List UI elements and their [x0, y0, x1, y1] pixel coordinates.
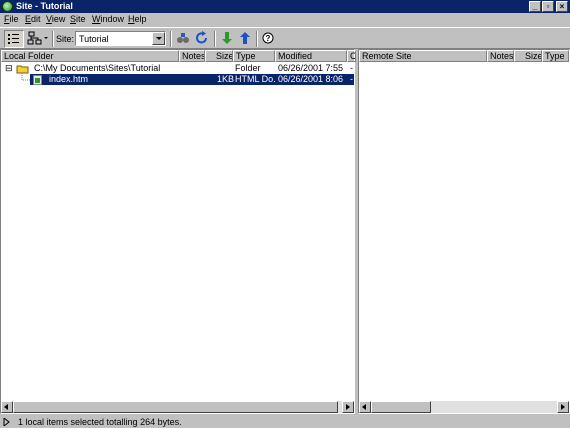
- table-row[interactable]: ⊟ C:\My Documents\Sites\Tutorial Folder …: [1, 63, 354, 74]
- expand-arrow-icon[interactable]: [3, 418, 11, 426]
- svg-text:?: ?: [266, 34, 271, 43]
- remote-site-panel: Remote Site Notes Size Type: [358, 49, 570, 414]
- restore-button[interactable]: ▫: [542, 1, 554, 12]
- file-size: 1KB: [217, 74, 235, 84]
- window-title: Site - Tutorial: [16, 1, 73, 11]
- list-view-icon: [8, 34, 19, 44]
- folder-modified: 06/26/2001 7:55 ...: [278, 63, 346, 73]
- folder-type: Folder: [235, 63, 261, 73]
- menu-window[interactable]: Window: [92, 14, 124, 24]
- col-checked-out[interactable]: C: [347, 50, 356, 62]
- col-type[interactable]: Type: [233, 50, 275, 62]
- minimize-button[interactable]: _: [529, 1, 541, 12]
- col-notes[interactable]: Notes: [487, 50, 514, 62]
- title-bar[interactable]: Site - Tutorial _ ▫ ×: [0, 0, 570, 13]
- menu-edit[interactable]: Edit: [25, 14, 41, 24]
- local-horizontal-scrollbar[interactable]: [1, 401, 354, 413]
- scroll-left-button[interactable]: [1, 401, 13, 413]
- site-dropdown[interactable]: Tutorial: [75, 31, 166, 46]
- col-type[interactable]: Type: [542, 50, 569, 62]
- col-modified[interactable]: Modified: [275, 50, 347, 62]
- col-size[interactable]: Size: [205, 50, 233, 62]
- local-header: Local Folder Notes Size Type Modified C: [1, 50, 356, 62]
- remote-header: Remote Site Notes Size Type: [359, 50, 569, 62]
- menu-site[interactable]: Site: [70, 14, 86, 24]
- refresh-button[interactable]: [193, 30, 213, 48]
- file-type: HTML Do...: [235, 74, 276, 84]
- site-dropdown-value: Tutorial: [79, 34, 109, 44]
- put-button[interactable]: [236, 30, 256, 48]
- remote-horizontal-scrollbar[interactable]: [359, 401, 569, 413]
- menu-bar: File Edit View Site Window Help: [0, 13, 570, 26]
- col-notes[interactable]: Notes: [179, 50, 205, 62]
- menu-view[interactable]: View: [46, 14, 65, 24]
- close-button[interactable]: ×: [556, 1, 568, 12]
- site-map-icon: [27, 31, 48, 45]
- site-map-view-button[interactable]: [26, 30, 50, 48]
- site-files-view-button[interactable]: [4, 30, 24, 48]
- refresh-icon: [196, 31, 207, 44]
- file-name: index.htm: [49, 74, 89, 84]
- help-icon: ?: [262, 32, 274, 44]
- status-text: 1 local items selected totalling 264 byt…: [18, 417, 182, 427]
- col-size[interactable]: Size: [514, 50, 542, 62]
- arrow-right-icon: [561, 404, 565, 410]
- menu-file[interactable]: File: [4, 14, 19, 24]
- arrow-left-icon: [362, 404, 366, 410]
- help-button[interactable]: ?: [260, 30, 280, 48]
- chevron-down-icon[interactable]: [152, 32, 165, 45]
- site-label: Site:: [56, 34, 75, 44]
- arrow-right-icon: [346, 404, 350, 410]
- scroll-thumb[interactable]: [371, 401, 431, 413]
- app-icon[interactable]: [2, 1, 13, 12]
- file-modified: 06/26/2001 8:06 ...: [278, 74, 346, 84]
- toolbar: Site: Tutorial ?: [0, 27, 570, 49]
- connect-button[interactable]: [174, 30, 194, 48]
- scroll-left-button[interactable]: [359, 401, 371, 413]
- menu-help[interactable]: Help: [128, 14, 147, 24]
- col-remote-site[interactable]: Remote Site: [359, 50, 487, 62]
- folder-name: C:\My Documents\Sites\Tutorial: [34, 63, 161, 73]
- table-row-selected[interactable]: index.htm 1KB HTML Do... 06/26/2001 8:06…: [30, 74, 354, 85]
- down-arrow-icon: [222, 32, 232, 44]
- scroll-right-button[interactable]: [342, 401, 354, 413]
- scroll-right-button[interactable]: [557, 401, 569, 413]
- col-local-folder[interactable]: Local Folder: [1, 50, 179, 62]
- connect-icon: [177, 33, 189, 43]
- html-file-icon: [33, 75, 42, 88]
- scroll-thumb[interactable]: [13, 401, 338, 413]
- folder-checked-out: -: [350, 63, 353, 73]
- status-bar: 1 local items selected totalling 264 byt…: [0, 415, 570, 428]
- up-arrow-icon: [240, 32, 250, 44]
- file-checked-out: -: [350, 74, 353, 84]
- arrow-left-icon: [4, 404, 8, 410]
- get-button[interactable]: [218, 30, 238, 48]
- local-folder-panel: Local Folder Notes Size Type Modified C …: [0, 49, 356, 414]
